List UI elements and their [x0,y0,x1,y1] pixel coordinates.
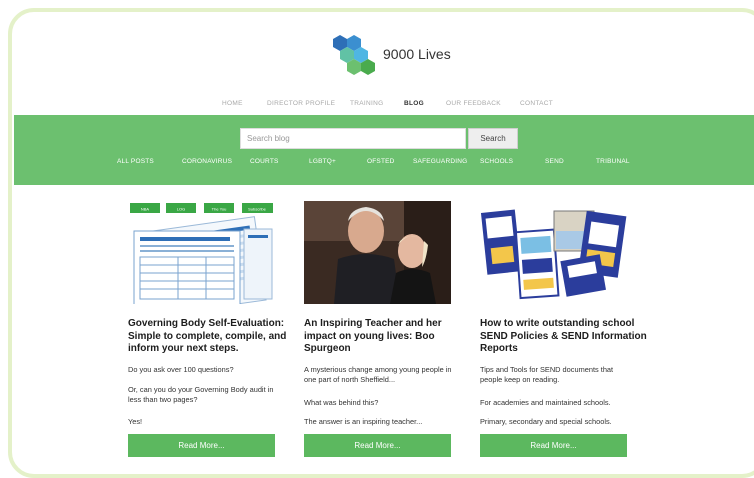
nav-home[interactable]: HOME [222,100,243,107]
post-title[interactable]: Governing Body Self-Evaluation: Simple t… [128,318,288,356]
brand-name[interactable]: 9000 Lives [383,46,451,62]
post-excerpt: Yes! [128,417,143,426]
post-title[interactable]: How to write outstanding school SEND Pol… [480,318,652,356]
post-excerpt: Primary, secondary and special schools. [480,417,612,426]
image-tab-1: NBA [141,207,150,212]
nav-director-profile[interactable]: DIRECTOR PROFILE [267,100,335,107]
post-excerpt: A mysterious change among young people i… [304,365,452,384]
blog-filter-band [14,115,754,185]
image-tab-3: The You [212,207,227,212]
corner-shade [0,0,40,40]
post-excerpt: The answer is an inspiring teacher... [304,417,423,426]
read-more-button[interactable]: Read More... [304,434,451,457]
read-more-button[interactable]: Read More... [128,434,275,457]
post-excerpt: Or, can you do your Governing Body audit… [128,385,274,404]
post-image-boo-spurgeon[interactable] [304,201,451,304]
category-schools[interactable]: SCHOOLS [480,158,513,165]
category-courts[interactable]: COURTS [250,158,279,165]
nav-blog[interactable]: BLOG [404,100,424,107]
post-excerpt: For academies and maintained schools. [480,398,611,407]
category-ofsted[interactable]: OFSTED [367,158,395,165]
page: 9000 Lives HOME DIRECTOR PROFILE TRAININ… [0,0,754,478]
read-more-button[interactable]: Read More... [480,434,627,457]
image-tab-2: LOG [177,207,185,212]
category-safeguarding[interactable]: SAFEGUARDING [413,158,467,165]
search-input[interactable]: Search blog [240,128,466,149]
category-lgbtq[interactable]: LGBTQ+ [309,158,336,165]
post-excerpt: What was behind this? [304,398,379,407]
category-send[interactable]: SEND [545,158,564,165]
post-excerpt: Do you ask over 100 questions? [128,365,234,374]
logo-hexagons-icon[interactable] [330,33,378,77]
category-all-posts[interactable]: ALL POSTS [117,158,154,165]
post-image-governing-body[interactable]: NBA LOG The You Subscribe [128,201,275,304]
image-tab-4: Subscribe [248,207,267,212]
category-tribunal[interactable]: TRIBUNAL [596,158,630,165]
post-image-send-policies[interactable] [480,201,627,304]
nav-training[interactable]: TRAINING [350,100,383,107]
search-button[interactable]: Search [468,128,518,149]
post-title[interactable]: An Inspiring Teacher and her impact on y… [304,318,462,356]
top-nav: HOME DIRECTOR PROFILE TRAINING BLOG OUR … [0,100,754,112]
post-excerpt: Tips and Tools for SEND documents that p… [480,365,614,384]
category-coronavirus[interactable]: CORONAVIRUS [182,158,232,165]
nav-contact[interactable]: CONTACT [520,100,553,107]
nav-our-feedback[interactable]: OUR FEEDBACK [446,100,501,107]
